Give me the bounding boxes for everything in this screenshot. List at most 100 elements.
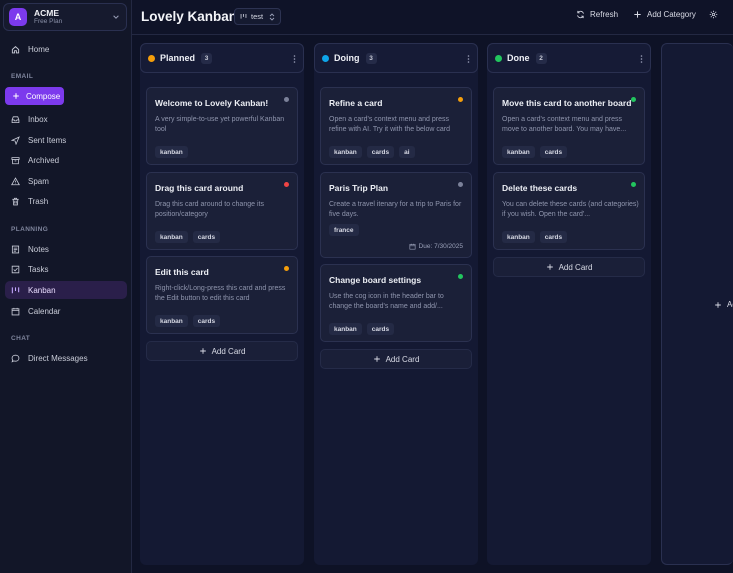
home-icon [11,45,20,53]
board-selector[interactable]: test [234,8,281,25]
plus-icon [546,264,553,270]
sidebar-item-calendar[interactable]: Calendar [5,302,127,320]
gear-icon [709,10,718,19]
section-label-planning: PLANNING [11,226,49,233]
kanban-card[interactable]: Welcome to Lovely Kanban! A very simple-t… [146,87,298,165]
send-icon [11,135,20,145]
card-tag: kanban [502,146,535,158]
board-selector-value: test [251,12,264,21]
archive-icon [11,156,20,164]
more-vertical-icon[interactable] [293,55,296,63]
card-tag: kanban [155,146,188,158]
sidebar-item-archived[interactable]: Archived [5,151,127,169]
column-title: Planned [160,53,196,63]
settings-button[interactable] [709,10,718,19]
sidebar-item-trash[interactable]: Trash [5,192,127,210]
sidebar-item-label: Kanban [28,285,56,295]
add-category-column-label: Ad [727,300,733,309]
card-priority-dot [458,182,463,187]
card-description: A very simple-to-use yet powerful Kanban… [155,116,285,133]
add-category-button[interactable]: Add Category [633,10,696,19]
add-card-button[interactable]: Add Card [320,349,472,369]
sidebar-item-direct-messages[interactable]: Direct Messages [5,349,127,367]
sidebar-item-label: Sent Items [28,135,67,145]
card-tag: cards [539,146,568,158]
sidebar-item-tasks[interactable]: Tasks [5,260,127,278]
compose-button[interactable]: Compose [5,87,64,105]
chevron-down-icon [113,15,119,19]
compose-label: Compose [26,91,61,101]
card-priority-dot [284,266,289,271]
column-color-dot [322,54,329,62]
add-category-label: Add Category [647,10,696,19]
sidebar-item-notes[interactable]: Notes [5,240,127,258]
column-count-badge: 2 [535,52,547,64]
kanban-card[interactable]: Move this card to another board Open a ca… [493,87,645,165]
sidebar-item-sent[interactable]: Sent Items [5,131,127,149]
add-card-label: Add Card [558,262,593,272]
card-tag: france [329,224,359,236]
card-title: Drag this card around [155,183,244,193]
sidebar-item-home[interactable]: Home [5,40,127,58]
column-header: Planned 3 [140,43,304,73]
refresh-button[interactable]: Refresh [576,10,618,19]
card-description: Right-click/Long-press this card and pre… [155,285,286,302]
kanban-card[interactable]: Paris Trip Plan Create a travel itenary f… [320,172,472,258]
calendar-icon [409,243,416,250]
kanban-card[interactable]: Refine a card Open a card's context menu … [320,87,472,165]
card-tags: kanban cards [155,231,225,243]
add-category-column[interactable]: Ad [661,43,733,565]
sidebar-item-spam[interactable]: Spam [5,172,127,190]
sidebar-item-label: Spam [28,176,49,186]
note-icon [11,245,20,253]
card-tag: ai [399,146,415,158]
card-title: Move this card to another board [502,98,632,108]
card-tags: kanban cards [502,231,572,243]
chat-bubble-icon [11,354,20,363]
sidebar-item-label: Trash [28,196,49,206]
header-bar: Lovely Kanban test Refresh Add Category [132,0,733,35]
column-planned: Planned 3 Welcome to Lovely Kanban! A very … [140,43,304,565]
sidebar-item-inbox[interactable]: Inbox [5,110,127,128]
sidebar-item-label: Home [28,44,50,54]
card-description: Open a card's context menu and press ref… [329,116,450,133]
card-tag: kanban [329,146,362,158]
column-header: Done 2 [487,43,651,73]
more-vertical-icon[interactable] [467,55,470,63]
card-title: Refine a card [329,98,383,108]
card-description: Open a card's context menu and press mov… [502,116,627,133]
column-color-dot [148,54,155,62]
card-tag: cards [366,323,395,335]
column-header: Doing 3 [314,43,478,73]
card-title: Delete these cards [502,183,578,193]
card-title: Welcome to Lovely Kanban! [155,98,269,108]
sidebar-item-label: Tasks [28,264,49,274]
section-label-chat: CHAT [11,335,31,342]
card-tag: cards [192,231,221,243]
card-tags: kanban [155,146,193,158]
inbox-icon [11,115,20,123]
card-tags: kanban cards [329,323,399,335]
card-tag: kanban [502,231,535,243]
kanban-icon [240,14,247,19]
card-tag: kanban [155,231,188,243]
kanban-card[interactable]: Drag this card around Drag this card arou… [146,172,298,250]
kanban-card[interactable]: Delete these cards You can delete these c… [493,172,645,250]
add-card-label: Add Card [385,354,420,364]
card-description: Use the cog icon in the header bar to ch… [329,293,444,310]
kanban-card[interactable]: Change board settings Use the cog icon in… [320,264,472,342]
card-description: Drag this card around to change its posi… [155,201,264,218]
column-color-dot [495,54,502,62]
add-card-button[interactable]: Add Card [146,341,298,361]
add-card-button[interactable]: Add Card [493,257,645,277]
org-switcher[interactable]: A ACME Free Plan [3,3,127,31]
card-tag: kanban [155,315,188,327]
org-avatar: A [9,8,27,26]
kanban-card[interactable]: Edit this card Right-click/Long-press thi… [146,256,298,334]
sidebar-item-kanban[interactable]: Kanban [5,281,127,299]
more-vertical-icon[interactable] [640,55,643,63]
add-card-label: Add Card [211,346,246,356]
calendar-icon [11,307,20,315]
plus-icon [634,11,641,18]
plus-icon [373,356,380,362]
